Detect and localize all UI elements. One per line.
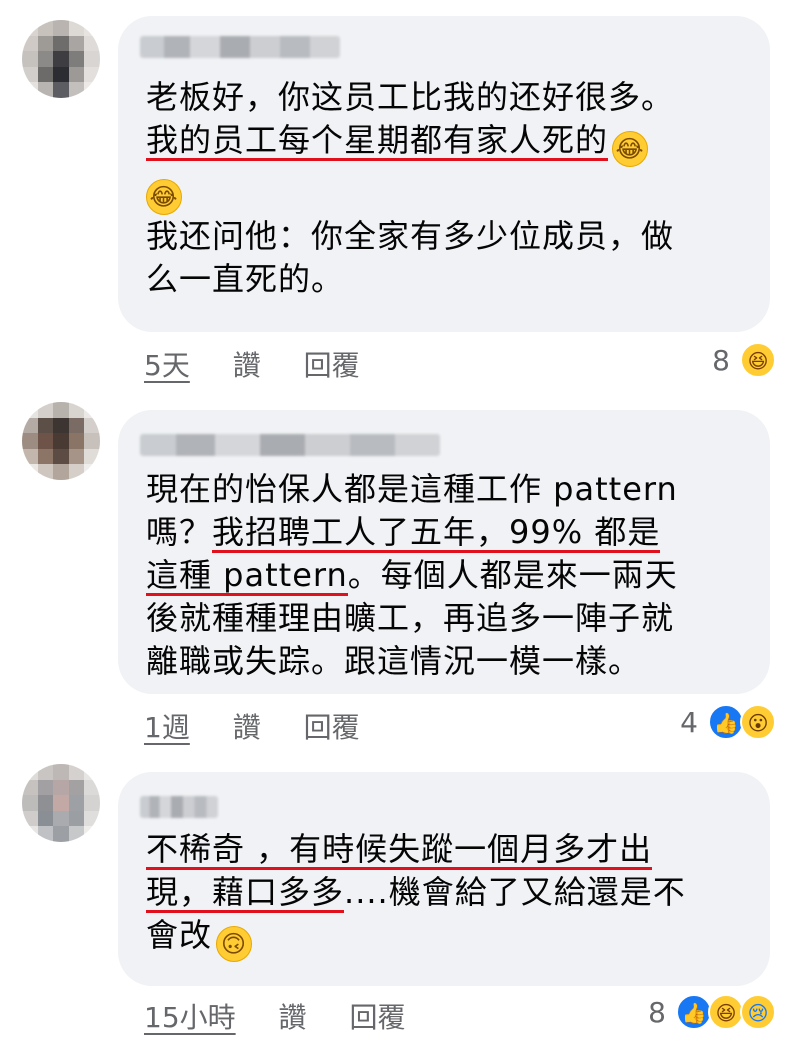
like-button[interactable]: 讚 (233, 711, 261, 744)
wow-icon: 😮 (740, 704, 776, 740)
comment-text: 老板好，你这员工比我的还好很多。 我的员工每个星期都有家人死的 😂 😂 我还问他：… (146, 76, 744, 301)
avatar[interactable] (22, 402, 100, 480)
comment-actions: 15小時 讚 回覆 (144, 996, 439, 1036)
comment-line: 這種 pattern。每個人都是來一兩天 (146, 556, 678, 594)
comment-text: 現在的怡保人都是這種工作 pattern 嗎？我招聘工人了五年，99% 都是 這… (146, 468, 744, 683)
laughing-tears-emoji-icon: 😂 (146, 179, 182, 215)
avatar[interactable] (22, 764, 100, 842)
like-button[interactable]: 讚 (279, 1001, 307, 1034)
author-name-blurred[interactable] (140, 36, 340, 58)
comment-line: 老板好，你这员工比我的还好很多。 (146, 78, 675, 116)
reaction-count: 8 (648, 995, 666, 1029)
comment-actions: 1週 讚 回覆 (144, 706, 394, 746)
comment-line: 我的员工每个星期都有家人死的 😂 (146, 119, 744, 167)
comment-text: 不稀奇 ，有時候失蹤一個月多才出 現，藉口多多....機會給了又給還是不 會改 🙃 (146, 828, 744, 962)
reply-button[interactable]: 回覆 (349, 1001, 405, 1034)
comment-bubble: 老板好，你这员工比我的还好很多。 我的员工每个星期都有家人死的 😂 😂 我还问他：… (118, 16, 770, 332)
author-name-blurred[interactable] (140, 796, 218, 818)
reaction-count: 4 (680, 705, 698, 739)
comment-bubble: 不稀奇 ，有時候失蹤一個月多才出 現，藉口多多....機會給了又給還是不 會改 🙃 (118, 772, 770, 986)
upside-down-face-emoji-icon: 🙃 (216, 926, 253, 962)
timestamp-link[interactable]: 15小時 (144, 1001, 236, 1034)
reaction-count: 8 (712, 343, 730, 377)
comment-line: 後就種種理由曠工，再追多一陣子就 (146, 599, 675, 637)
comment-line: 不稀奇 ，有時候失蹤一個月多才出 (146, 830, 653, 868)
comment-line: 嗎？我招聘工人了五年，99% 都是 (146, 513, 661, 551)
sad-icon: 😢 (740, 994, 776, 1030)
comment-line: 會改 🙃 (146, 914, 744, 962)
reaction-summary[interactable]: 8 👍 😆 😢 (648, 994, 776, 1030)
laughing-tears-emoji-icon: 😂 (612, 131, 649, 167)
reaction-summary[interactable]: 8 😆 (712, 342, 776, 378)
comment-line: 么一直死的。 (146, 260, 345, 298)
comment-line: 離職或失踪。跟這情況一模一樣。 (146, 642, 642, 680)
like-button[interactable]: 讚 (233, 349, 261, 382)
reply-button[interactable]: 回覆 (304, 349, 360, 382)
comment-actions: 5天 讚 回覆 (144, 344, 394, 384)
like-icon: 👍 (708, 704, 744, 740)
comment-line: 現在的怡保人都是這種工作 pattern (146, 470, 678, 508)
reply-button[interactable]: 回覆 (304, 711, 360, 744)
author-name-blurred[interactable] (140, 434, 440, 456)
avatar[interactable] (22, 20, 100, 98)
haha-icon: 😆 (740, 342, 776, 378)
comment-bubble: 現在的怡保人都是這種工作 pattern 嗎？我招聘工人了五年，99% 都是 這… (118, 410, 770, 694)
timestamp-link[interactable]: 1週 (144, 711, 190, 744)
comment-line: 我还问他：你全家有多少位成员，做 (146, 217, 675, 255)
timestamp-link[interactable]: 5天 (144, 349, 190, 382)
reaction-summary[interactable]: 4 👍 😮 (680, 704, 776, 740)
like-icon: 👍 (676, 994, 712, 1030)
comment-line: 😂 (146, 167, 744, 215)
comment-line: 現，藉口多多....機會給了又給還是不 (146, 873, 686, 911)
haha-icon: 😆 (708, 994, 744, 1030)
